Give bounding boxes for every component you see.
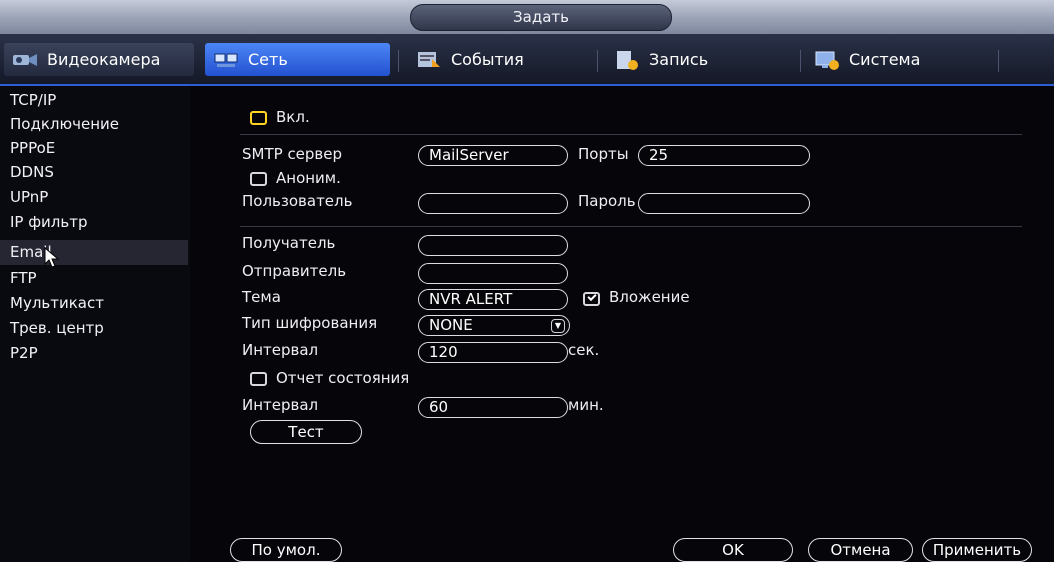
mouse-cursor-icon xyxy=(44,247,60,268)
tab-network[interactable]: Сеть xyxy=(205,43,390,76)
system-icon xyxy=(814,49,840,71)
sidebar-item-connection[interactable]: Подключение xyxy=(0,112,188,137)
interval-input[interactable]: 120 xyxy=(418,342,568,363)
health-report-label: Отчет состояния xyxy=(276,369,410,387)
username-label: Пользователь xyxy=(242,192,353,210)
tab-label: Видеокамера xyxy=(47,50,161,69)
tab-divider xyxy=(800,50,801,72)
enable-checkbox[interactable] xyxy=(250,111,267,125)
tab-label: Система xyxy=(849,50,921,69)
port-input[interactable]: 25 xyxy=(638,145,810,166)
sidebar-item-p2p[interactable]: P2P xyxy=(0,341,188,366)
tab-camera[interactable]: Видеокамера xyxy=(4,43,194,76)
tab-divider xyxy=(998,50,999,72)
health-interval-unit: мин. xyxy=(568,396,604,414)
tab-label: Запись xyxy=(649,50,709,69)
port-label: Порты xyxy=(578,145,629,163)
divider xyxy=(240,134,1022,135)
health-interval-input[interactable]: 60 xyxy=(418,397,568,418)
sidebar-item-tcpip[interactable]: TCP/IP xyxy=(0,88,188,113)
sidebar-item-ftp[interactable]: FTP xyxy=(0,266,188,291)
sender-label: Отправитель xyxy=(242,262,347,280)
email-settings-panel: Вкл. SMTP сервер MailServer Порты 25 Ано… xyxy=(190,86,1054,562)
sidebar-item-multicast[interactable]: Мультикаст xyxy=(0,291,188,316)
tab-label: Сеть xyxy=(248,50,288,69)
tab-divider xyxy=(597,50,598,72)
ok-button[interactable]: OK xyxy=(673,538,793,562)
divider xyxy=(240,226,1022,227)
chevron-down-icon[interactable]: ▼ xyxy=(551,319,565,333)
tab-divider xyxy=(398,50,399,72)
sidebar-item-ddns[interactable]: DDNS xyxy=(0,160,188,185)
title-bar: Задать xyxy=(0,0,1054,34)
attachment-checkbox[interactable] xyxy=(583,292,600,306)
sidebar-item-email[interactable]: Email xyxy=(0,240,188,265)
smtp-server-input[interactable]: MailServer xyxy=(418,145,568,166)
password-input[interactable] xyxy=(638,193,810,214)
default-button[interactable]: По умол. xyxy=(230,538,342,562)
window-title: Задать xyxy=(410,4,672,31)
tab-system[interactable]: Система xyxy=(806,43,996,76)
smtp-server-label: SMTP сервер xyxy=(242,145,343,163)
network-icon xyxy=(213,49,239,71)
tab-events[interactable]: События xyxy=(408,43,593,76)
attachment-label: Вложение xyxy=(609,288,690,306)
sidebar-item-ip-filter[interactable]: IP фильтр xyxy=(0,210,188,235)
encryption-type-value: NONE xyxy=(429,316,473,334)
record-icon xyxy=(614,49,640,71)
events-icon xyxy=(416,49,442,71)
camera-icon xyxy=(12,49,38,71)
anonymous-label: Аноним. xyxy=(276,169,341,187)
tab-label: События xyxy=(451,50,524,69)
apply-button[interactable]: Применить xyxy=(922,538,1032,562)
health-report-checkbox[interactable] xyxy=(250,372,267,386)
anonymous-checkbox[interactable] xyxy=(250,172,267,186)
password-label: Пароль xyxy=(578,192,636,210)
main-tab-bar: Видеокамера Сеть События Запись Система xyxy=(0,34,1054,86)
recipient-label: Получатель xyxy=(242,234,336,252)
username-input[interactable] xyxy=(418,193,568,214)
encryption-type-label: Тип шифрования xyxy=(242,314,378,332)
sidebar-item-pppoe[interactable]: PPPoE xyxy=(0,136,188,161)
network-sidebar: TCP/IP Подключение PPPoE DDNS UPnP IP фи… xyxy=(0,86,190,562)
enable-label: Вкл. xyxy=(276,108,310,126)
health-interval-label: Интервал xyxy=(242,396,319,414)
sender-input[interactable] xyxy=(418,263,568,284)
tab-record[interactable]: Запись xyxy=(606,43,796,76)
test-button[interactable]: Тест xyxy=(250,420,362,444)
sidebar-item-alarm-center[interactable]: Трев. центр xyxy=(0,316,188,341)
sidebar-item-upnp[interactable]: UPnP xyxy=(0,185,188,210)
interval-label: Интервал xyxy=(242,341,319,359)
subject-input[interactable]: NVR ALERT xyxy=(418,289,568,310)
subject-label: Тема xyxy=(242,288,281,306)
recipient-input[interactable] xyxy=(418,235,568,256)
encryption-type-select[interactable]: NONE xyxy=(418,315,570,336)
cancel-button[interactable]: Отмена xyxy=(808,538,913,562)
interval-unit: сек. xyxy=(568,341,600,359)
